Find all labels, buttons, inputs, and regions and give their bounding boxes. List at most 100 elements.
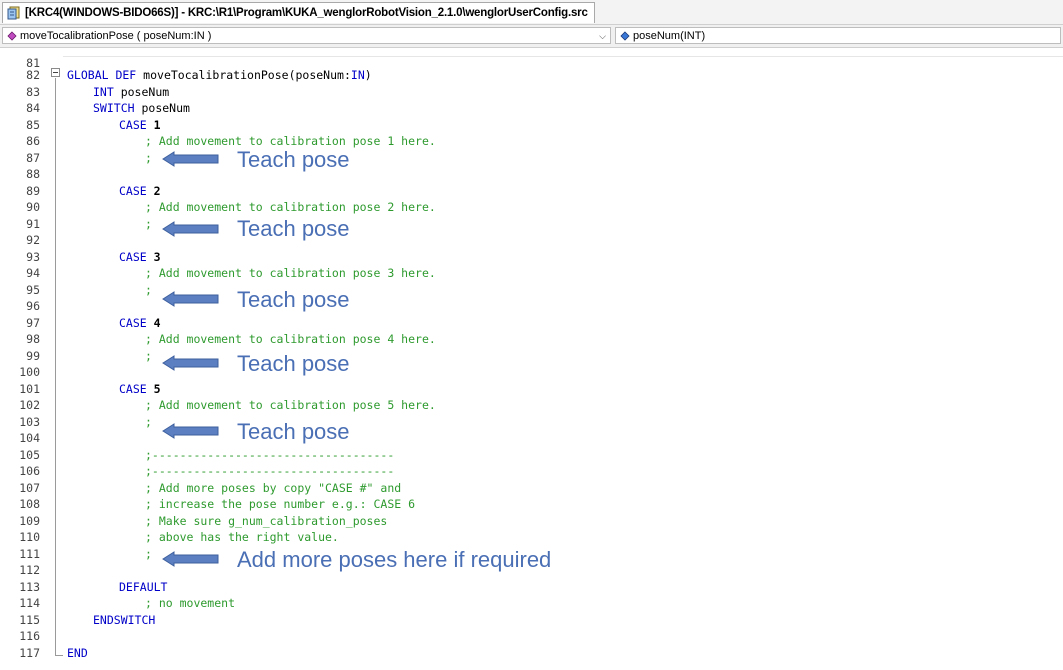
parameter-dropdown-value: poseNum(INT) <box>633 29 706 42</box>
case-number: 5 <box>146 382 161 396</box>
keyword: CASE <box>119 382 147 396</box>
comment-line: ; no movement <box>145 596 236 610</box>
comment-line: ; <box>145 349 152 363</box>
line-number: 94 <box>26 266 40 280</box>
line-number: 111 <box>19 547 40 561</box>
teach-pose-annotation: Teach pose <box>237 419 350 444</box>
line-number: 109 <box>19 514 40 528</box>
line-number: 89 <box>26 184 40 198</box>
line-number: 97 <box>26 316 40 330</box>
parameter-dropdown[interactable]: poseNum(INT) <box>615 27 1061 44</box>
code-text: ) <box>364 68 372 82</box>
keyword: INT <box>93 85 114 99</box>
code-line-default: DEFAULT <box>119 580 168 594</box>
line-number: 101 <box>19 382 40 396</box>
line-number: 102 <box>19 398 40 412</box>
navigation-bar: moveTocalibrationPose ( poseNum:IN ) ⌵ p… <box>0 25 1063 48</box>
comment-line: ; above has the right value. <box>145 530 339 544</box>
variable-icon <box>620 30 630 41</box>
code-line-endswitch: ENDSWITCH <box>93 613 156 627</box>
line-number: 105 <box>19 448 40 462</box>
member-dropdown[interactable]: moveTocalibrationPose ( poseNum:IN ) ⌵ <box>2 27 611 44</box>
comment-line: ; Add movement to calibration pose 2 her… <box>145 200 436 214</box>
case-number: 4 <box>146 316 161 330</box>
left-arrow-icon <box>162 355 219 371</box>
line-number: 106 <box>19 464 40 478</box>
code-text: poseNum <box>113 85 170 99</box>
line-number: 114 <box>19 596 40 610</box>
comment-line: ; <box>145 217 152 231</box>
keyword: CASE <box>119 118 147 132</box>
line-number: 95 <box>26 283 40 297</box>
line-number: 87 <box>26 151 40 165</box>
keyword: GLOBAL DEF <box>67 68 137 82</box>
line-number: 110 <box>19 530 40 544</box>
line-number: 115 <box>19 613 40 627</box>
method-signature: moveTocalibrationPose(poseNum: <box>136 68 351 82</box>
code-line: INT poseNum <box>93 84 169 100</box>
member-dropdown-value: moveTocalibrationPose ( poseNum:IN ) <box>20 29 212 42</box>
line-number: 82 <box>26 68 40 82</box>
line-number: 84 <box>26 101 40 115</box>
divider <box>63 56 1063 57</box>
fold-guide-end <box>55 655 63 656</box>
line-number: 117 <box>19 646 40 660</box>
keyword: CASE <box>119 250 147 264</box>
left-arrow-icon <box>162 423 219 439</box>
case-number: 3 <box>146 250 161 264</box>
comment-line: ;----------------------------------- <box>145 464 395 478</box>
comment-line: ; Make sure g_num_calibration_poses <box>145 514 388 528</box>
fold-guide <box>55 78 56 656</box>
chevron-down-icon[interactable]: ⌵ <box>599 31 606 42</box>
comment-line: ; <box>145 415 152 429</box>
case-number: 1 <box>146 118 161 132</box>
comment-line: ; Add more poses by copy "CASE #" and <box>145 481 402 495</box>
line-number: 91 <box>26 217 40 231</box>
code-line: SWITCH poseNum <box>93 100 190 116</box>
editor-tab[interactable]: [KRC4(WINDOWS-BIDO66S)] - KRC:\R1\Progra… <box>2 2 595 23</box>
keyword: IN <box>350 68 365 82</box>
tab-title: [KRC4(WINDOWS-BIDO66S)] - KRC:\R1\Progra… <box>25 7 588 19</box>
line-number: 83 <box>26 85 40 99</box>
line-number: 116 <box>19 629 40 643</box>
keyword: CASE <box>119 316 147 330</box>
line-number: 85 <box>26 118 40 132</box>
code-text: poseNum <box>134 101 190 115</box>
line-number: 100 <box>19 365 40 379</box>
line-number: 90 <box>26 200 40 214</box>
comment-line: ; increase the pose number e.g.: CASE 6 <box>145 497 416 511</box>
comment-line: ; <box>145 151 152 165</box>
line-number: 93 <box>26 250 40 264</box>
comment-line: ; Add movement to calibration pose 4 her… <box>145 332 436 346</box>
comment-line: ; <box>145 547 152 561</box>
code-editor[interactable]: 81 82 83 84 85 86 87 88 89 90 91 92 93 9… <box>0 48 1063 670</box>
comment-line: ; Add movement to calibration pose 5 her… <box>145 398 436 412</box>
line-number: 107 <box>19 481 40 495</box>
keyword: SWITCH <box>93 101 135 115</box>
code-line-case: CASE 5 <box>119 381 161 397</box>
teach-pose-annotation: Teach pose <box>237 287 350 312</box>
line-number: 99 <box>26 349 40 363</box>
line-number: 88 <box>26 167 40 181</box>
line-number: 96 <box>26 299 40 313</box>
line-number: 103 <box>19 415 40 429</box>
comment-line: ;----------------------------------- <box>145 448 395 462</box>
line-number: 108 <box>19 497 40 511</box>
collapse-toggle[interactable] <box>51 68 60 77</box>
line-number: 92 <box>26 233 40 247</box>
add-more-poses-annotation: Add more poses here if required <box>237 547 552 572</box>
code-line-case: CASE 3 <box>119 249 161 265</box>
code-line-case: CASE 1 <box>119 117 161 133</box>
code-line-case: CASE 4 <box>119 315 161 331</box>
left-arrow-icon <box>162 551 219 567</box>
code-line-case: CASE 2 <box>119 183 161 199</box>
line-number: 104 <box>19 431 40 445</box>
document-icon <box>7 6 20 20</box>
left-arrow-icon <box>162 221 219 237</box>
line-number: 86 <box>26 134 40 148</box>
title-bar: [KRC4(WINDOWS-BIDO66S)] - KRC:\R1\Progra… <box>0 0 1063 25</box>
line-number: 98 <box>26 332 40 346</box>
keyword: CASE <box>119 184 147 198</box>
comment-line: ; Add movement to calibration pose 3 her… <box>145 266 436 280</box>
code-line-def: GLOBAL DEF moveTocalibrationPose(poseNum… <box>67 67 372 83</box>
